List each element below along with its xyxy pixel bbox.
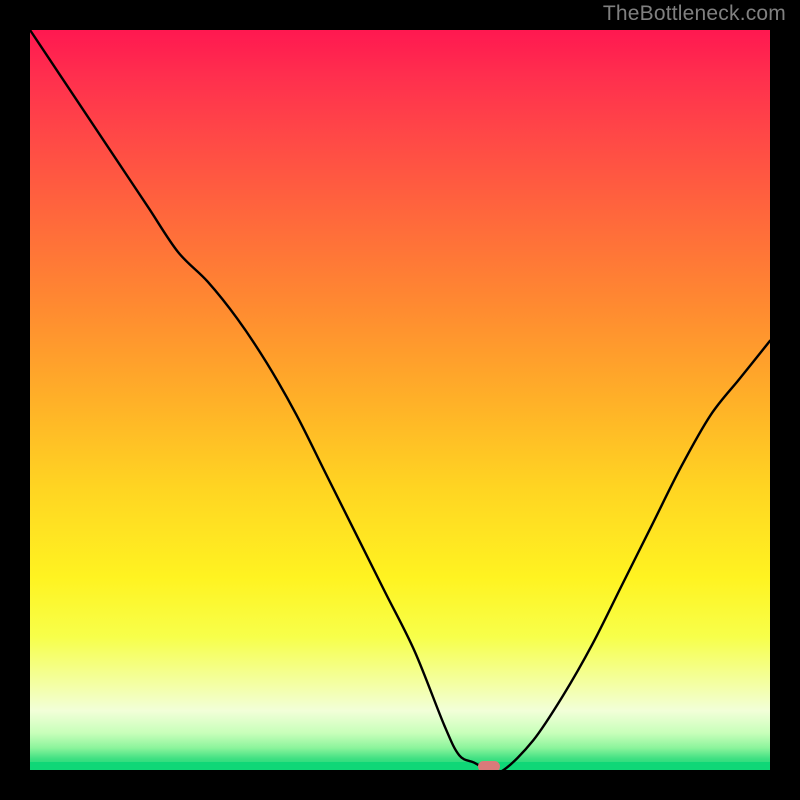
bottleneck-curve	[30, 30, 770, 770]
plot-area	[30, 30, 770, 770]
chart-frame: TheBottleneck.com	[0, 0, 800, 800]
optimum-marker	[478, 761, 500, 770]
watermark-text: TheBottleneck.com	[603, 2, 786, 26]
